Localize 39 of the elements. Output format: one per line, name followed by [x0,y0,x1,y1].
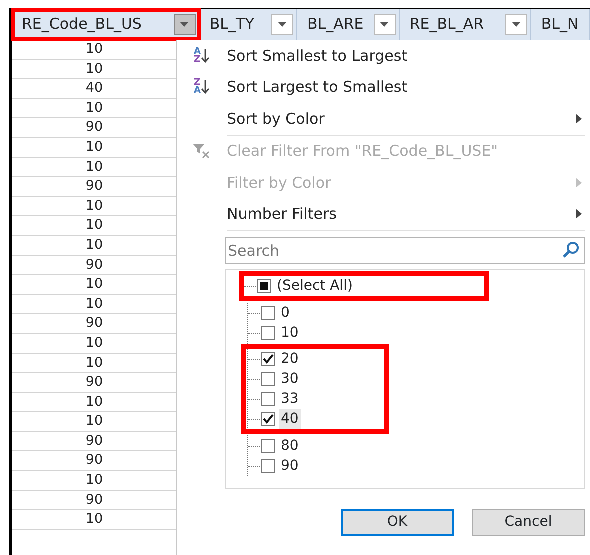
checkbox-label[interactable]: (Select All) [275,276,355,296]
checkbox-label[interactable]: 33 [279,388,301,410]
menu-item[interactable]: A Z Sort Smallest to Largest [177,40,590,72]
menu-item[interactable]: Number Filters [177,198,590,230]
cancel-button[interactable]: Cancel [472,509,585,536]
ok-button[interactable]: OK [341,509,454,536]
checkbox[interactable] [261,459,275,473]
filter-dropdown-button[interactable] [374,14,396,35]
caret-icon [180,22,190,27]
filter-dropdown-button[interactable] [505,14,528,35]
header-label: BL_N [541,14,580,36]
header-label: RE_BL_AR [410,14,486,36]
menu-item[interactable]: Sort by Color [177,103,590,134]
checkbox-label[interactable]: 80 [279,436,301,456]
checkbox[interactable] [261,372,275,386]
header-label: BL_TY [210,14,256,36]
caret-icon [380,22,390,27]
filter-dropdown-button[interactable] [271,14,294,35]
checkbox[interactable] [261,352,275,366]
checkbox[interactable] [261,326,275,340]
header-label: RE_Code_BL_US [22,14,143,36]
caret-icon [278,22,287,27]
clear-filter-icon [192,143,212,160]
checkbox-label[interactable]: 40 [279,408,301,430]
checkbox-label[interactable]: 0 [279,302,292,324]
checkbox-label[interactable]: 20 [279,348,301,370]
filter-dropdown-button[interactable] [174,14,196,35]
checkbox[interactable] [261,412,275,426]
header-label: BL_ARE [307,14,365,36]
menu-item[interactable]: Z A Sort Largest to Smallest [177,72,590,103]
search-field[interactable]: Search [225,237,585,264]
checkbox-label[interactable]: 90 [279,456,301,476]
caret-icon [512,22,521,27]
checkbox[interactable] [261,439,275,453]
checkbox[interactable] [257,279,271,293]
checkbox[interactable] [261,392,275,406]
checkbox-label[interactable]: 10 [279,322,301,344]
checkbox[interactable] [261,306,275,320]
checkbox-label[interactable]: 30 [279,368,301,390]
